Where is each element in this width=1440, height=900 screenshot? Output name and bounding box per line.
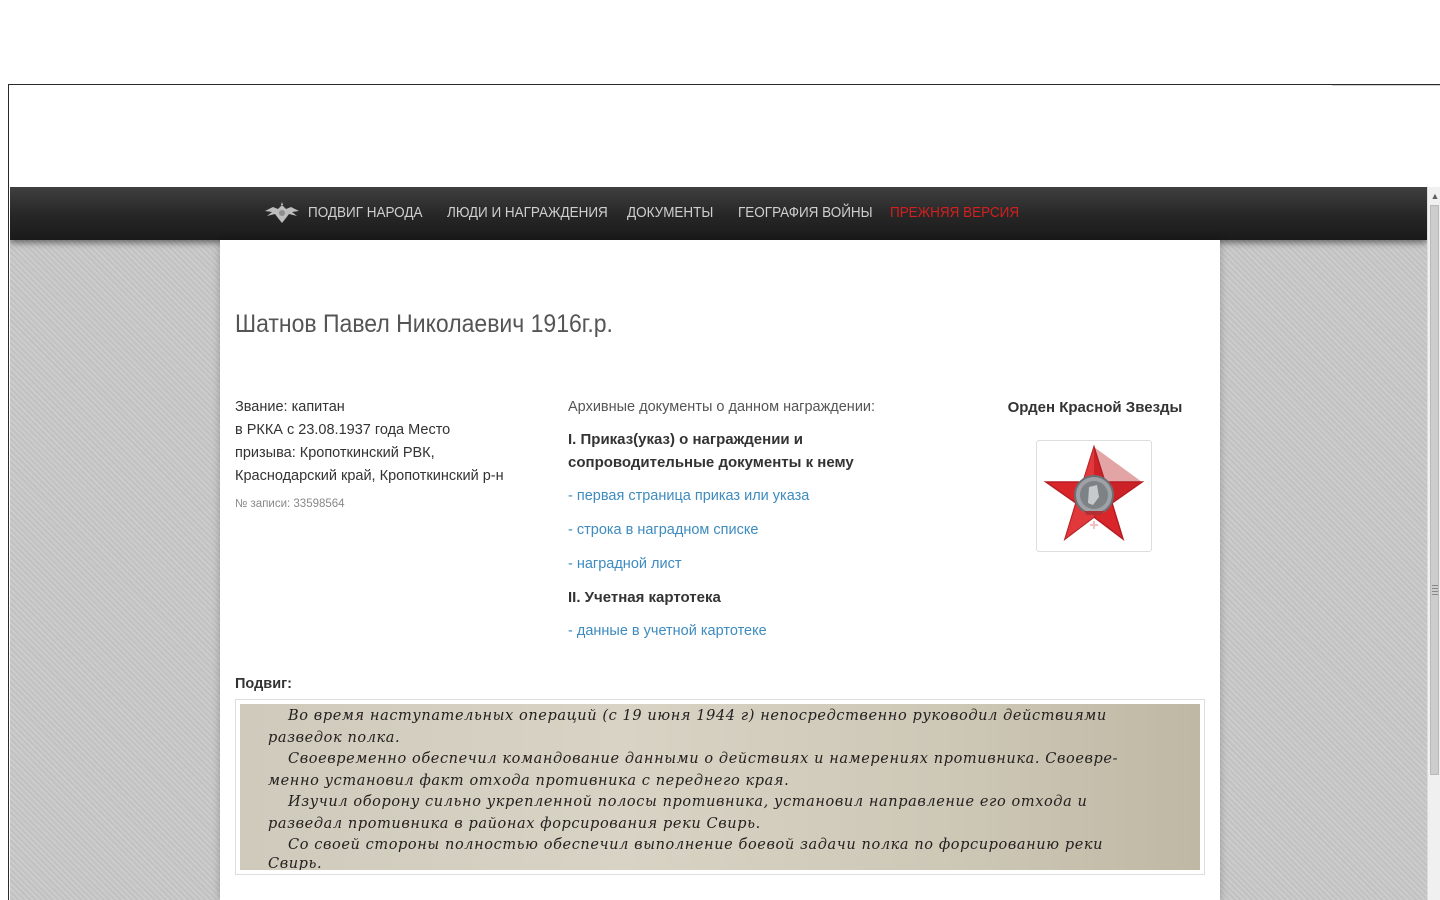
feat-document-image[interactable]: Во время наступательных операций (с 19 и… <box>240 704 1200 870</box>
scrollbar-thumb[interactable] <box>1430 205 1439 775</box>
page-title: Шатнов Павел Николаевич 1916г.р. <box>235 310 613 338</box>
nav-documents[interactable]: ДОКУМЕНТЫ <box>627 187 713 240</box>
browser-window: ПОДВИГ НАРОДА ЛЮДИ И НАГРАЖДЕНИЯ ДОКУМЕН… <box>8 84 1440 900</box>
award-name: Орден Красной Звезды <box>1007 399 1183 416</box>
nav-war-geography[interactable]: ГЕОГРАФИЯ ВОЙНЫ <box>738 187 873 240</box>
rank-text: Звание: капитан <box>235 399 345 415</box>
handwritten-line: Своевременно обеспечил командование данн… <box>288 751 1119 767</box>
handwritten-line: Свирь. <box>268 856 323 870</box>
top-blank-area <box>9 85 1331 187</box>
link-award-list-line[interactable]: - строка в наградном списке <box>568 518 928 542</box>
handwritten-line: Во время наступательных операций (с 19 и… <box>288 708 1107 724</box>
web-page: ПОДВИГ НАРОДА ЛЮДИ И НАГРАЖДЕНИЯ ДОКУМЕН… <box>10 187 1427 900</box>
service-details: Краснодарский край, Кропоткинский р-н <box>235 468 504 484</box>
handwritten-line: менно установил факт отхода противника с… <box>268 773 790 789</box>
feat-label: Подвиг: <box>235 676 292 692</box>
section-card-index-title: II. Учетная картотека <box>568 589 721 606</box>
handwritten-line: разведок полка. <box>268 730 401 746</box>
army-emblem-icon[interactable] <box>263 201 301 225</box>
handwritten-line: Изучил оборону сильно укрепленной полосы… <box>288 794 1088 810</box>
service-details: в РККА с 23.08.1937 года Место <box>235 422 451 438</box>
feat-document-frame: Во время наступательных операций (с 19 и… <box>235 699 1205 875</box>
award-panel: Орден Красной Звезды <box>980 396 1210 552</box>
scroll-up-arrow-icon[interactable]: ▲ <box>1429 189 1440 203</box>
nav-people-awards[interactable]: ЛЮДИ И НАГРАЖДЕНИЯ <box>447 187 608 240</box>
award-image[interactable] <box>1036 440 1152 552</box>
red-star-order-icon <box>1043 444 1145 541</box>
section-order-title: I. Приказ(указ) о награждении и сопровод… <box>568 428 928 474</box>
nav-podvig-naroda[interactable]: ПОДВИГ НАРОДА <box>308 187 423 240</box>
nav-old-version[interactable]: ПРЕЖНЯЯ ВЕРСИЯ <box>890 187 1019 240</box>
link-award-sheet[interactable]: - наградной лист <box>568 552 928 576</box>
archive-documents: Архивные документы о данном награждении:… <box>568 396 928 643</box>
handwritten-line: Со своей стороны полностью обеспечил вып… <box>288 837 1104 853</box>
link-card-index-data[interactable]: - данные в учетной картотеке <box>568 619 928 643</box>
person-info: Звание: капитан в РККА с 23.08.1937 года… <box>235 396 545 512</box>
link-first-page-order[interactable]: - первая страница приказ или указа <box>568 484 928 508</box>
service-details: призыва: Кропоткинский РВК, <box>235 445 435 461</box>
handwritten-line: разведал противника в районах форсирован… <box>268 816 761 832</box>
main-content: Шатнов Павел Николаевич 1916г.р. Звание:… <box>220 240 1220 900</box>
section-order-line: I. Приказ(указ) о награждении и <box>568 431 804 448</box>
archive-title: Архивные документы о данном награждении: <box>568 399 876 415</box>
section-order-line: сопроводительные документы к нему <box>568 454 854 471</box>
record-number: № записи: 33598564 <box>235 498 345 510</box>
top-navbar: ПОДВИГ НАРОДА ЛЮДИ И НАГРАЖДЕНИЯ ДОКУМЕН… <box>10 187 1427 240</box>
scrollbar-grip-icon <box>1432 585 1438 595</box>
top-right-strip <box>1332 85 1440 188</box>
vertical-scrollbar[interactable]: ▲ <box>1427 187 1440 900</box>
